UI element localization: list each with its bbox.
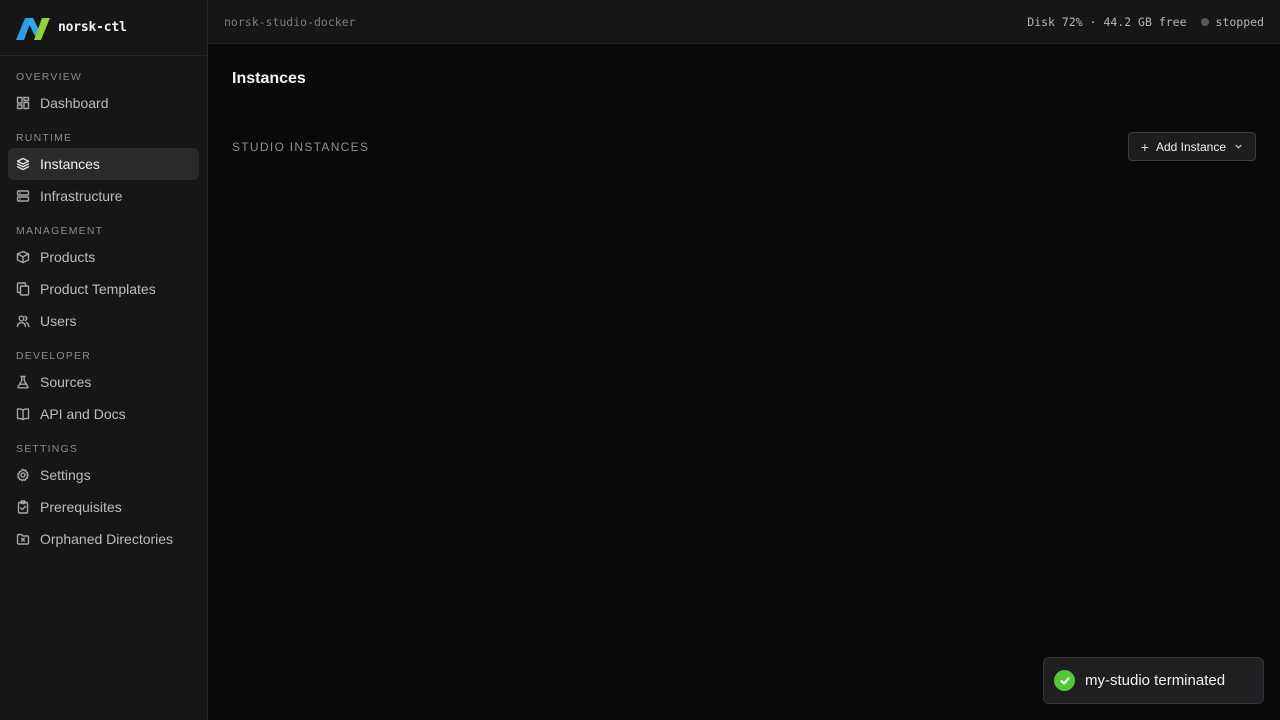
check-circle-icon [1054,670,1075,691]
sidebar-item-label: Users [40,313,77,329]
users-icon [16,314,30,328]
clipboard-check-icon [16,500,30,514]
sidebar-item-api-and-docs[interactable]: API and Docs [8,398,199,430]
sidebar-item-label: Orphaned Directories [40,531,174,547]
sidebar-item-prerequisites[interactable]: Prerequisites [8,491,199,523]
sidebar-item-label: Products [40,249,96,265]
sidebar-item-infrastructure[interactable]: Infrastructure [8,180,199,212]
sidebar-item-label: Prerequisites [40,499,122,515]
section-label-management: MANAGEMENT [16,225,104,237]
box-icon [16,250,30,264]
sidebar-item-users[interactable]: Users [8,305,199,337]
gear-icon [16,468,30,482]
norsk-logo-icon [16,17,50,40]
section-heading: STUDIO INSTANCES [232,140,370,154]
server-icon [16,189,30,203]
toast-message: my-studio terminated [1085,672,1226,689]
page-title: Instances [232,70,306,87]
sidebar-item-label: Dashboard [40,95,109,111]
section-label-overview: OVERVIEW [16,71,83,83]
sidebar-item-label: Infrastructure [40,188,123,204]
section-label-developer: DEVELOPER [16,350,91,362]
sidebar-item-product-templates[interactable]: Product Templates [8,273,199,305]
sidebar-item-label: Product Templates [40,281,156,297]
copy-icon [16,282,30,296]
plus-icon: + [1140,138,1149,155]
sidebar-item-sources[interactable]: Sources [8,366,199,398]
chevron-down-icon [1234,142,1243,151]
section-label-runtime: RUNTIME [16,132,73,144]
main-content: Instances STUDIO INSTANCES + Add Instanc… [208,44,1280,720]
brand[interactable]: norsk-ctl [0,0,207,56]
layers-icon [16,157,30,171]
section-label-settings: SETTINGS [16,443,79,455]
book-icon [16,407,30,421]
sidebar-item-settings[interactable]: Settings [8,459,199,491]
sidebar-item-orphaned-directories[interactable]: Orphaned Directories [8,523,199,555]
host-name: norsk-studio-docker [224,14,356,29]
runtime-status: stopped [1215,14,1264,29]
sidebar-item-label: Instances [40,156,100,172]
disk-usage: Disk 72% · 44.2 GB free [1027,14,1187,29]
app-name: norsk-ctl [58,20,127,35]
dashboard-icon [16,96,30,110]
sidebar-item-dashboard[interactable]: Dashboard [8,87,199,119]
sidebar: norsk-ctl OVERVIEW Dashboard RUNTIME Instan… [0,0,208,720]
add-instance-button[interactable]: + Add Instance [1127,132,1256,161]
sidebar-item-label: API and Docs [40,406,126,422]
flask-icon [16,375,30,389]
topbar-status-area: Disk 72% · 44.2 GB free stopped [1027,15,1264,29]
add-instance-label: Add Instance [1155,139,1226,154]
sidebar-item-label: Settings [40,467,91,483]
status-dot-icon [1200,17,1209,26]
sidebar-item-instances[interactable]: Instances [8,148,199,180]
sidebar-item-products[interactable]: Products [8,241,199,273]
topbar: norsk-studio-docker Disk 72% · 44.2 GB f… [208,0,1280,44]
toast-notification[interactable]: my-studio terminated [1043,657,1264,704]
folder-x-icon [16,532,30,546]
sidebar-nav: OVERVIEW Dashboard RUNTIME Instances Infrast… [0,56,207,555]
sidebar-item-label: Sources [40,374,92,390]
